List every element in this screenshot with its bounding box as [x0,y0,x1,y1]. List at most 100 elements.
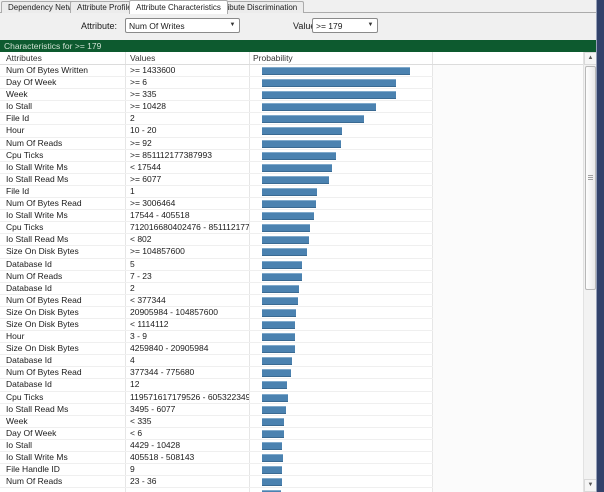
table-row[interactable]: Size On Disk Bytes 4259840 - 20905984 [0,343,433,356]
table-row[interactable]: Io Stall Write Ms 17544 - 405518 [0,210,433,223]
column-header-attributes[interactable]: Attributes [0,52,126,64]
table-row[interactable]: Num Of Reads 7 - 23 [0,270,433,283]
row-attribute [0,488,126,492]
tab-strip: Dependency Network Attribute Profiles At… [0,0,597,14]
table-row[interactable]: Database Id 4 [0,355,433,368]
row-probability-cell [250,137,433,149]
row-value: >= 104857600 [126,246,250,258]
table-row[interactable]: Io Stall Read Ms < 802 [0,234,433,247]
table-row[interactable]: Database Id 5 [0,258,433,271]
table-row[interactable]: Size On Disk Bytes < 1114112 [0,318,433,332]
probability-bar [262,103,376,112]
row-probability-cell [250,161,433,173]
table-row[interactable]: Num Of Bytes Read < 377344 [0,294,433,307]
table-row[interactable]: Num Of Bytes Read >= 3006464 [0,198,433,211]
table-row[interactable]: Week < 335 [0,415,433,428]
row-attribute: Io Stall Read Ms [0,403,126,415]
table-row[interactable]: Hour 3 - 9 [0,331,433,344]
probability-bar [262,405,286,414]
table-row[interactable] [0,488,433,492]
table-row[interactable]: Database Id 2 [0,282,433,295]
row-value: 5 [126,258,250,270]
table-row[interactable]: Io Stall Read Ms >= 6077 [0,173,433,186]
row-value [126,488,250,492]
column-header-values[interactable]: Values [126,52,250,64]
table-row[interactable]: File Handle ID 9 [0,464,433,477]
row-probability-cell [250,113,433,125]
table-row[interactable]: Io Stall >= 10428 [0,101,433,114]
row-probability-cell [250,343,433,355]
table-rows: Num Of Bytes Written >= 1433600 Day Of W… [0,65,433,492]
row-value: < 6 [126,427,250,439]
table-row[interactable]: Week >= 335 [0,89,433,102]
row-probability-cell [250,355,433,367]
row-probability-cell [250,65,433,77]
row-value: < 377344 [126,294,250,306]
probability-bar [262,454,283,462]
table-row[interactable]: Database Id 12 [0,379,433,392]
table-row[interactable]: Num Of Reads >= 92 [0,137,433,150]
scrollbar-thumb[interactable] [585,66,596,290]
table-row[interactable]: Cpu Ticks >= 851112177387993 [0,149,433,162]
filter-toolbar: Attribute: Num Of Writes ▼ Value: >= 179… [0,13,597,40]
table-row[interactable]: Io Stall Write Ms 405518 - 508143 [0,452,433,465]
column-header-probability[interactable]: Probability [250,52,433,64]
probability-bar [262,67,410,75]
table-row[interactable]: Day Of Week >= 6 [0,77,433,90]
probability-bar [262,224,310,233]
table-row[interactable]: Cpu Ticks 119571617179526 - 605322349738… [0,391,433,404]
row-value: 712016680402476 - 851112177387... [126,222,250,234]
row-probability-cell [250,198,433,210]
probability-bar [262,369,291,378]
row-value: 4259840 - 20905984 [126,343,250,355]
value-combobox[interactable]: >= 179 ▼ [312,18,378,33]
row-probability-cell [250,270,433,282]
column-header-filler [433,52,597,64]
row-attribute: Week [0,89,126,101]
row-attribute: Io Stall Read Ms [0,234,126,246]
table-row[interactable]: File Id 1 [0,185,433,199]
vertical-scrollbar[interactable]: ▲ ▼ [583,52,597,492]
chevron-down-icon: ▼ [229,22,236,28]
probability-bar [262,320,295,329]
table-row[interactable]: Num Of Bytes Written >= 1433600 [0,65,433,78]
row-probability-cell [250,439,433,451]
row-attribute: Io Stall Write Ms [0,452,126,464]
row-attribute: Num Of Bytes Read [0,294,126,306]
row-probability-cell [250,415,433,427]
attribute-combobox[interactable]: Num Of Writes ▼ [125,18,240,33]
probability-bar [262,345,295,354]
row-attribute: Num Of Reads [0,476,126,488]
table-row[interactable]: Io Stall Write Ms < 17544 [0,161,433,174]
table-row[interactable]: Num Of Reads 23 - 36 [0,476,433,489]
table-row[interactable]: Io Stall Read Ms 3495 - 6077 [0,403,433,416]
table-row[interactable]: Day Of Week < 6 [0,427,433,440]
row-attribute: File Handle ID [0,464,126,476]
probability-bar [262,127,342,136]
row-value: 10 - 20 [126,125,250,137]
probability-bar [262,91,396,100]
tab-attribute-characteristics[interactable]: Attribute Characteristics [129,0,228,14]
row-probability-cell [250,488,433,492]
table-row[interactable]: Size On Disk Bytes 20905984 - 104857600 [0,306,433,319]
table-row[interactable]: Size On Disk Bytes >= 104857600 [0,246,433,259]
row-attribute: Cpu Ticks [0,149,126,161]
row-probability-cell [250,149,433,161]
table-row[interactable]: Hour 10 - 20 [0,125,433,138]
table-row[interactable]: Io Stall 4429 - 10428 [0,439,433,452]
row-attribute: Size On Disk Bytes [0,318,126,331]
row-probability-cell [250,246,433,258]
row-attribute: Cpu Ticks [0,222,126,234]
probability-bar [262,466,282,475]
table-row[interactable]: File Id 2 [0,113,433,126]
row-attribute: Num Of Bytes Written [0,65,126,77]
row-attribute: File Id [0,185,126,198]
row-value: 17544 - 405518 [126,210,250,222]
row-attribute: Database Id [0,282,126,294]
table-row[interactable]: Cpu Ticks 712016680402476 - 851112177387… [0,222,433,235]
probability-bar [262,187,317,196]
row-value: 377344 - 775680 [126,367,250,379]
row-value: 7 - 23 [126,270,250,282]
row-value: 23 - 36 [126,476,250,488]
table-row[interactable]: Num Of Bytes Read 377344 - 775680 [0,367,433,380]
